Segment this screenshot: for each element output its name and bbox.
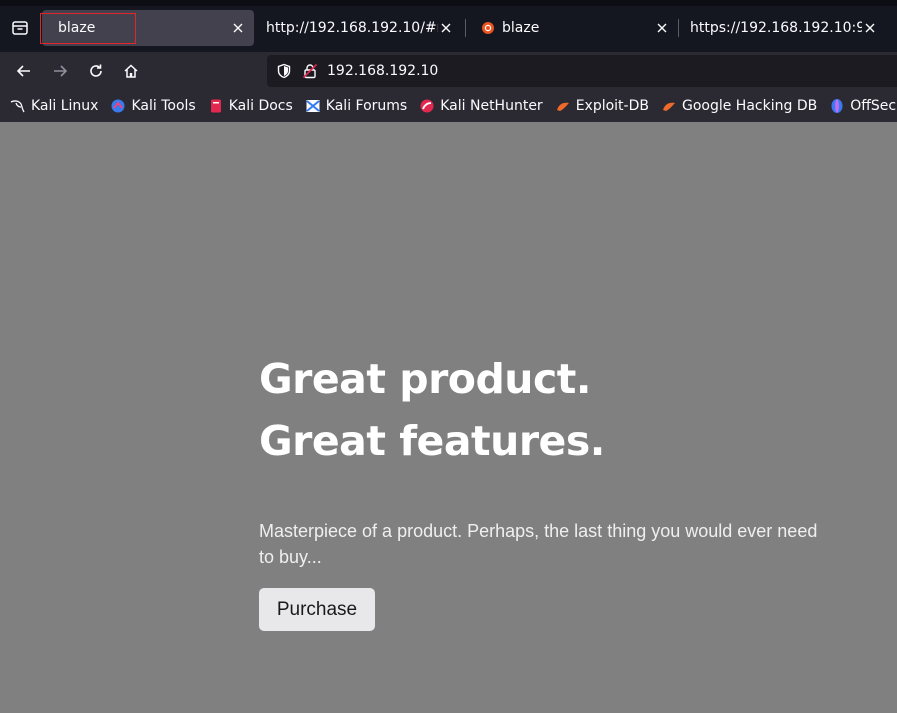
reload-button[interactable]: [83, 58, 109, 84]
bookmark-label: Kali NetHunter: [440, 98, 543, 114]
hero-title-line-1: Great product.: [259, 355, 591, 403]
reload-icon: [90, 64, 102, 77]
hero-title: Great product. Great features.: [259, 348, 605, 472]
tab-title: http://192.168.192.10/#mai: [266, 20, 438, 36]
bookmark-google-hacking-db[interactable]: Google Hacking DB: [661, 98, 817, 114]
close-icon: [865, 23, 875, 33]
kali-dragon-icon: [10, 98, 26, 114]
bookmark-label: OffSec: [850, 98, 897, 114]
bookmark-label: Exploit-DB: [575, 98, 649, 114]
tab-close-button[interactable]: [230, 20, 246, 36]
close-icon: [657, 23, 667, 33]
navigation-toolbar: 192.168.192.10: [0, 52, 897, 90]
tab-title: blaze: [58, 20, 96, 36]
bookmark-label: Kali Docs: [228, 98, 293, 114]
home-icon: [124, 64, 138, 78]
tab-title: https://192.168.192.10:909: [690, 20, 862, 36]
bookmark-label: Google Hacking DB: [681, 98, 818, 114]
close-icon: [233, 23, 243, 33]
bookmark-label: Kali Linux: [31, 98, 99, 114]
back-button[interactable]: [11, 58, 37, 84]
bookmark-kali-docs[interactable]: Kali Docs: [208, 98, 293, 114]
kali-docs-icon: [208, 98, 224, 114]
tab-blaze[interactable]: blaze: [466, 10, 678, 46]
back-arrow-icon: [16, 65, 30, 77]
tracking-protection-button[interactable]: [275, 62, 293, 80]
url-text: 192.168.192.10: [327, 63, 439, 79]
tab-title: blaze: [502, 20, 540, 36]
kali-forums-icon: [305, 98, 321, 114]
bookmark-exploit-db[interactable]: Exploit-DB: [555, 98, 649, 114]
hero-title-line-2: Great features.: [259, 417, 605, 465]
tab-close-button[interactable]: [862, 20, 878, 36]
tab-http-main[interactable]: http://192.168.192.10/#mai: [250, 10, 462, 46]
insecure-lock-icon: [302, 63, 318, 79]
purchase-button[interactable]: Purchase: [259, 588, 375, 631]
exploit-db-icon: [555, 98, 571, 114]
site-security-button[interactable]: [301, 62, 319, 80]
bookmark-kali-nethunter[interactable]: Kali NetHunter: [419, 98, 543, 114]
bookmark-offsec[interactable]: OffSec: [829, 98, 896, 114]
close-icon: [441, 23, 451, 33]
forward-button[interactable]: [47, 58, 73, 84]
bookmark-label: Kali Forums: [325, 98, 408, 114]
bookmark-kali-linux[interactable]: Kali Linux: [10, 98, 98, 114]
hero-description: Masterpiece of a product. Perhaps, the l…: [259, 521, 818, 567]
tab-strip: blaze http://192.168.192.10/#mai blaze: [0, 0, 897, 52]
page-content: Great product. Great features. Masterpie…: [0, 122, 897, 713]
titlebar-strip: [0, 0, 897, 6]
home-button[interactable]: [118, 58, 144, 84]
nethunter-icon: [419, 98, 435, 114]
bookmark-kali-forums[interactable]: Kali Forums: [305, 98, 407, 114]
bookmark-kali-tools[interactable]: Kali Tools: [110, 98, 196, 114]
kali-tools-icon: [110, 98, 126, 114]
bookmarks-toolbar: Kali Linux Kali Tools Kali Docs Kali For…: [0, 90, 897, 122]
tab-close-button[interactable]: [438, 20, 454, 36]
bookmark-label: Kali Tools: [131, 98, 196, 114]
tab-blaze-active[interactable]: blaze: [42, 10, 254, 46]
ubuntu-icon: [482, 22, 494, 34]
tab-overview-icon: [12, 21, 28, 35]
tab-https-9090[interactable]: https://192.168.192.10:909: [674, 10, 886, 46]
tab-overview-button[interactable]: [8, 16, 32, 40]
shield-icon: [277, 63, 291, 79]
address-bar[interactable]: 192.168.192.10: [267, 55, 897, 87]
offsec-icon: [829, 98, 845, 114]
forward-arrow-icon: [54, 65, 68, 77]
tab-close-button[interactable]: [654, 20, 670, 36]
ghdb-icon: [661, 98, 677, 114]
